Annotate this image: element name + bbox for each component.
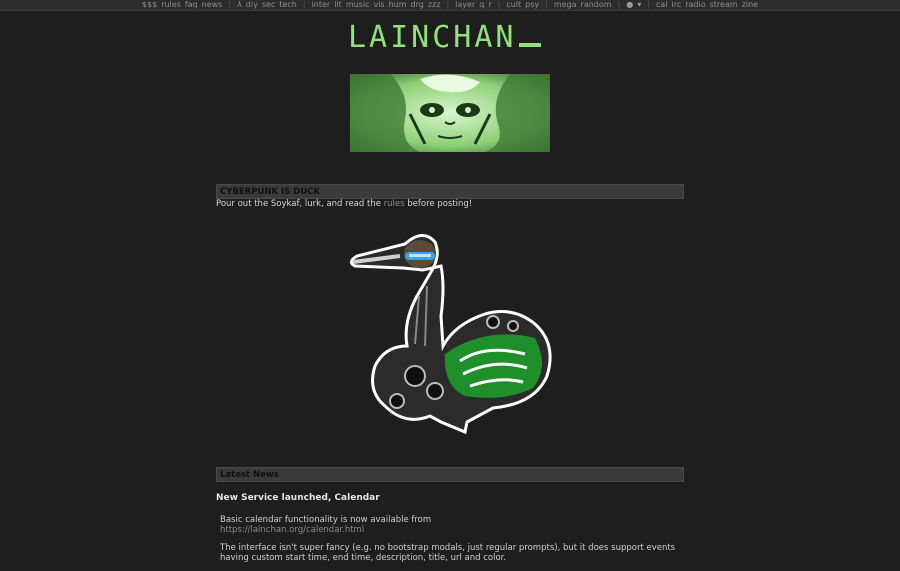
twitter-icon[interactable]: ▾ [637, 0, 641, 10]
announcement-text: Pour out the Soykaf, lurk, and read the … [216, 199, 686, 210]
announcement-text-before: Pour out the Soykaf, lurk, and read the [216, 199, 384, 209]
news-header: Latest News [216, 467, 684, 482]
news-title: New Service launched, Calendar [216, 493, 380, 503]
nav-link-cal[interactable]: cal [656, 0, 668, 10]
nav-link-hum[interactable]: hum [389, 0, 407, 10]
nav-link-lit[interactable]: lit [334, 0, 342, 10]
nav-link-drg[interactable]: drg [411, 0, 424, 10]
nav-link-mega[interactable]: mega [554, 0, 577, 10]
logo-text: LAINCHAN [348, 20, 517, 55]
nav-link-tech[interactable]: tech [279, 0, 297, 10]
nav-link-faq[interactable]: faq [185, 0, 198, 10]
nav-link-rules[interactable]: rules [161, 0, 181, 10]
nav-link-stream[interactable]: stream [710, 0, 738, 10]
news-paragraph-2: The interface isn't super fancy (e.g. no… [220, 543, 676, 563]
announcement-text-after: before posting! [404, 199, 473, 209]
news-paragraph-1: Basic calendar functionality is now avai… [220, 515, 432, 525]
nav-group: $$$ rules faq news [137, 0, 227, 10]
github-icon[interactable]: ● [626, 0, 633, 10]
nav-group: cult psy [501, 0, 544, 10]
nav-link-sec[interactable]: sec [262, 0, 276, 10]
cyber-duck-image [345, 226, 560, 438]
nav-link-random[interactable]: random [581, 0, 612, 10]
nav-group: inter lit music vis hum drg zzz [307, 0, 446, 10]
rules-link[interactable]: rules [384, 199, 405, 209]
nav-link-q[interactable]: q [479, 0, 484, 10]
nav-link-r[interactable]: r [488, 0, 491, 10]
nav-link-news[interactable]: news [202, 0, 223, 10]
nav-group: cal irc radio stream zine [651, 0, 763, 10]
announcement-header: CYBERPUNK IS DUCK [216, 184, 684, 199]
nav-link-[interactable]: λ [237, 0, 242, 10]
nav-group: λ diy sec tech [232, 0, 302, 10]
nav-link-zzz[interactable]: zzz [428, 0, 441, 10]
calendar-link[interactable]: https://lainchan.org/calendar.html [220, 525, 364, 535]
nav-group: mega random [549, 0, 617, 10]
nav-link-psy[interactable]: psy [525, 0, 539, 10]
nav-link-layer[interactable]: layer [455, 0, 475, 10]
board-nav-bar: $$$ rules faq news | λ diy sec tech | inter lit musi… [0, 0, 900, 11]
site-logo[interactable]: LAINCHAN [348, 22, 550, 54]
nav-link-music[interactable]: music [346, 0, 370, 10]
nav-link-cult[interactable]: cult [506, 0, 521, 10]
news-body: Basic calendar functionality is now avai… [220, 515, 680, 571]
nav-link-zine[interactable]: zine [742, 0, 758, 10]
nav-group: ● ▾ [621, 0, 646, 10]
logo-cursor [518, 43, 541, 47]
nav-link-radio[interactable]: radio [685, 0, 705, 10]
nav-link-inter[interactable]: inter [312, 0, 331, 10]
banner-image [350, 74, 550, 152]
nav-link-[interactable]: $$$ [142, 0, 157, 10]
nav-group: layer q r [450, 0, 496, 10]
nav-link-irc[interactable]: irc [672, 0, 682, 10]
nav-link-vis[interactable]: vis [373, 0, 384, 10]
nav-link-diy[interactable]: diy [246, 0, 258, 10]
